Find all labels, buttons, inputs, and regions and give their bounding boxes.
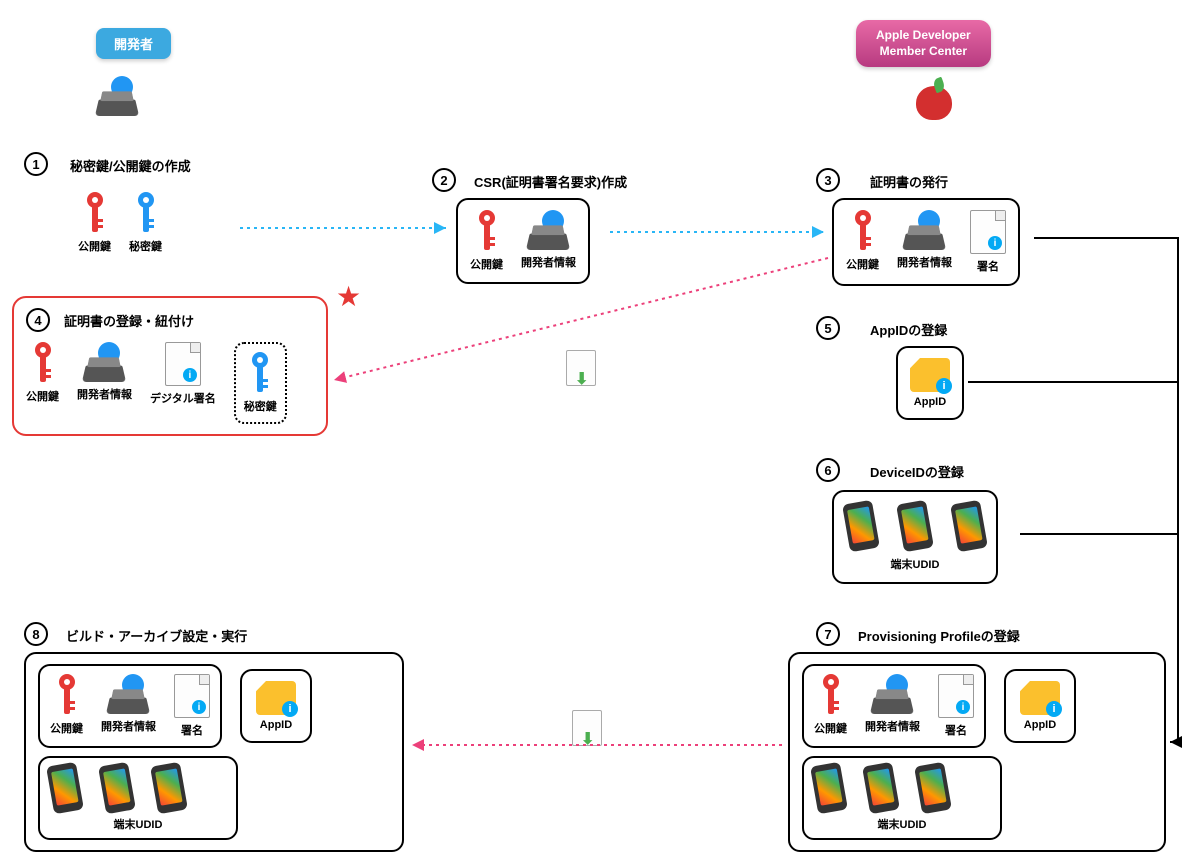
private-key-icon xyxy=(135,192,157,234)
public-key-icon xyxy=(852,210,874,252)
step5-title: AppIDの登録 xyxy=(870,320,947,339)
step3-title: 証明書の発行 xyxy=(870,172,948,191)
step4-box: 4 証明書の登録・紐付け 公開鍵 開発者情報 iデジタル署名 秘密鍵 xyxy=(12,296,328,436)
signature-doc-icon: i xyxy=(174,674,210,718)
device-icon xyxy=(150,762,188,814)
step4-title: 証明書の登録・紐付け xyxy=(64,311,194,330)
dev-info-icon xyxy=(870,674,916,714)
device-icon xyxy=(862,762,900,814)
step1-keys: 公開鍵 秘密鍵 xyxy=(78,192,162,254)
developer-badge: 開発者 xyxy=(96,28,171,59)
star-icon: ★ xyxy=(336,280,361,313)
udid-label: 端末UDID xyxy=(846,556,984,572)
udid-label: 端末UDID xyxy=(50,816,226,832)
public-key-icon xyxy=(56,674,78,716)
dev-info-icon xyxy=(106,674,152,714)
device-icon xyxy=(98,762,136,814)
step7-box: 公開鍵 開発者情報 i署名 iAppID 端末UDID xyxy=(788,652,1166,852)
step2-box: 公開鍵 開発者情報 xyxy=(456,198,590,284)
appid-tag-icon: i xyxy=(256,681,296,715)
signature-doc-icon: i xyxy=(970,210,1006,254)
dev-info-icon xyxy=(902,210,948,250)
step6-num: 6 xyxy=(816,458,840,482)
step7-appid-inner: iAppID xyxy=(1004,669,1076,743)
step6-title: DeviceIDの登録 xyxy=(870,462,964,481)
public-key-icon xyxy=(84,192,106,234)
step8-udid-inner: 端末UDID xyxy=(38,756,238,840)
dev-info-icon xyxy=(82,342,128,382)
step6-box: 端末UDID xyxy=(832,490,998,584)
step7-cert-inner: 公開鍵 開発者情報 i署名 xyxy=(802,664,986,748)
udid-label: 端末UDID xyxy=(814,816,990,832)
device-icon xyxy=(950,500,988,552)
private-key-icon xyxy=(249,352,271,394)
step1-title: 秘密鍵/公開鍵の作成 xyxy=(70,156,191,175)
public-key-icon xyxy=(476,210,498,252)
public-key-icon xyxy=(820,674,842,716)
step3-box: 公開鍵 開発者情報 i署名 xyxy=(832,198,1020,286)
download-cert-icon xyxy=(566,350,596,386)
step7-num: 7 xyxy=(816,622,840,646)
appid-tag-icon: i xyxy=(910,358,950,392)
step2-num: 2 xyxy=(432,168,456,192)
device-icon xyxy=(896,500,934,552)
device-icon xyxy=(914,762,952,814)
digital-sign-doc-icon: i xyxy=(165,342,201,386)
step8-box: 公開鍵 開発者情報 i署名 iAppID 端末UDID xyxy=(24,652,404,852)
step8-appid-inner: iAppID xyxy=(240,669,312,743)
device-icon xyxy=(46,762,84,814)
apple-icon xyxy=(912,78,956,122)
device-icon xyxy=(842,500,880,552)
dev-info-icon xyxy=(526,210,572,250)
developer-icon xyxy=(95,76,141,116)
download-profile-icon xyxy=(572,710,602,746)
step1-num: 1 xyxy=(24,152,48,176)
step5-num: 5 xyxy=(816,316,840,340)
device-icon xyxy=(810,762,848,814)
step5-box: iAppID xyxy=(896,346,964,420)
step2-title: CSR(証明書署名要求)作成 xyxy=(474,172,627,191)
signature-doc-icon: i xyxy=(938,674,974,718)
step7-udid-inner: 端末UDID xyxy=(802,756,1002,840)
public-key-icon xyxy=(32,342,54,384)
step3-num: 3 xyxy=(816,168,840,192)
step7-title: Provisioning Profileの登録 xyxy=(858,626,1020,645)
step8-cert-inner: 公開鍵 開発者情報 i署名 xyxy=(38,664,222,748)
step4-num: 4 xyxy=(26,308,50,332)
step8-num: 8 xyxy=(24,622,48,646)
appid-tag-icon: i xyxy=(1020,681,1060,715)
private-key-dashed: 秘密鍵 xyxy=(234,342,287,424)
step8-title: ビルド・アーカイブ設定・実行 xyxy=(66,626,247,645)
apple-badge: Apple Developer Member Center xyxy=(856,20,991,67)
